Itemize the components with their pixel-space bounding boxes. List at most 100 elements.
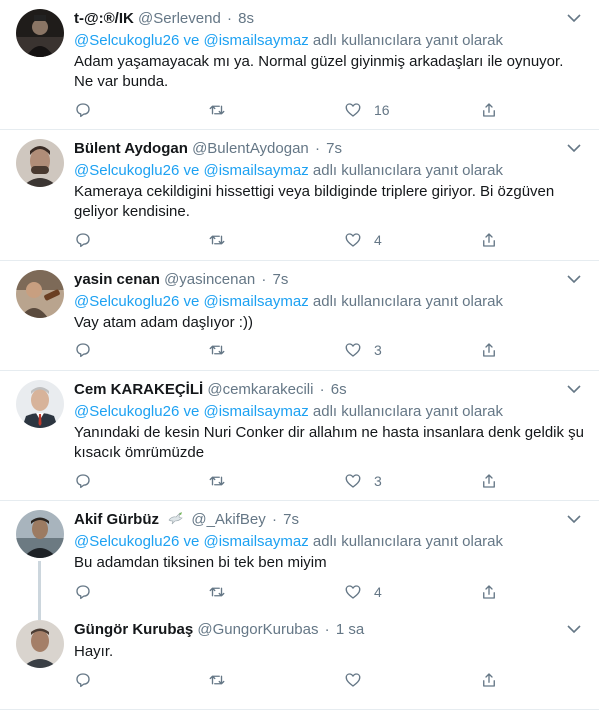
reply-icon xyxy=(76,343,90,358)
reply-icon xyxy=(76,103,90,118)
user-handle[interactable]: @BulentAydogan xyxy=(192,140,309,157)
timestamp[interactable]: 7s xyxy=(273,271,289,288)
mention-link[interactable]: @Selcukoglu26 xyxy=(74,533,179,550)
avatar[interactable] xyxy=(16,620,64,668)
display-name[interactable]: Güngör Kurubaş xyxy=(74,621,193,638)
retweet-icon xyxy=(209,345,225,355)
user-handle[interactable]: @yasincenan xyxy=(164,271,255,288)
reply-button[interactable] xyxy=(74,100,92,120)
like-icon xyxy=(345,585,361,599)
timestamp[interactable]: 7s xyxy=(283,511,299,528)
timestamp[interactable]: 7s xyxy=(326,140,342,157)
avatar[interactable] xyxy=(16,510,64,558)
mention-link[interactable]: @ismailsaymaz xyxy=(203,162,308,179)
reply-button[interactable] xyxy=(74,670,92,690)
chevron-down-icon[interactable] xyxy=(567,624,581,634)
retweet-button[interactable] xyxy=(208,230,226,250)
like-icon xyxy=(345,474,361,488)
user-handle[interactable]: @cemkarakecili xyxy=(207,381,313,398)
tweet-actions: 3 xyxy=(74,471,554,491)
like-button[interactable]: 4 xyxy=(344,230,382,250)
reply-icon xyxy=(76,673,90,688)
mention-link[interactable]: @Selcukoglu26 xyxy=(74,32,179,49)
chevron-down-icon[interactable] xyxy=(567,514,581,524)
chevron-down-icon[interactable] xyxy=(567,274,581,284)
mention-link[interactable]: @ismailsaymaz xyxy=(203,32,308,49)
reply-suffix: adlı kullanıcılara yanıt olarak xyxy=(312,533,504,550)
share-button[interactable] xyxy=(480,670,498,690)
share-icon xyxy=(483,343,495,357)
retweet-button[interactable] xyxy=(208,670,226,690)
share-button[interactable] xyxy=(480,100,498,120)
retweet-button[interactable] xyxy=(208,582,226,602)
avatar[interactable] xyxy=(16,9,64,57)
display-name[interactable]: yasin cenan xyxy=(74,271,160,288)
tweet-text: Kameraya cekildigini hissettigi veya bil… xyxy=(74,183,555,220)
reply-suffix: adlı kullanıcılara yanıt olarak xyxy=(312,293,504,310)
mention-link[interactable]: @ismailsaymaz xyxy=(203,533,308,550)
share-button[interactable] xyxy=(480,340,498,360)
display-name[interactable]: Cem KARAKEÇİLİ xyxy=(74,381,203,398)
chevron-down-icon[interactable] xyxy=(567,143,581,153)
separator: · xyxy=(271,511,277,528)
avatar[interactable] xyxy=(16,380,64,428)
timestamp[interactable]: 6s xyxy=(331,381,347,398)
tweet[interactable]: t-@:®/IK @Serlevend · 8s @Selcukoglu26 v… xyxy=(0,0,599,130)
retweet-button[interactable] xyxy=(208,340,226,360)
reply-conjunction: ve xyxy=(183,293,200,310)
mention-link[interactable]: @ismailsaymaz xyxy=(203,403,308,420)
chevron-down-icon[interactable] xyxy=(567,384,581,394)
share-button[interactable] xyxy=(480,582,498,602)
like-button[interactable]: 3 xyxy=(344,471,382,491)
mention-link[interactable]: @ismailsaymaz xyxy=(203,293,308,310)
timestamp[interactable]: 1 sa xyxy=(336,621,364,638)
reply-button[interactable] xyxy=(74,582,92,602)
like-count: 4 xyxy=(374,584,382,600)
chevron-down-icon[interactable] xyxy=(567,13,581,23)
reply-icon xyxy=(76,233,90,248)
retweet-button[interactable] xyxy=(208,100,226,120)
like-button[interactable]: 16 xyxy=(344,100,390,120)
display-name[interactable]: Akif Gürbüz xyxy=(74,511,159,528)
reply-button[interactable] xyxy=(74,471,92,491)
reply-button[interactable] xyxy=(74,230,92,250)
tweet[interactable]: Güngör Kurubaş @GungorKurubas · 1 sa Hay… xyxy=(0,611,599,710)
share-button[interactable] xyxy=(480,230,498,250)
mention-link[interactable]: @Selcukoglu26 xyxy=(74,403,179,420)
mention-link[interactable]: @Selcukoglu26 xyxy=(74,162,179,179)
tweet-text: Adam yaşamayacak mı ya. Normal güzel giy… xyxy=(74,53,564,90)
retweet-icon xyxy=(209,587,225,597)
share-button[interactable] xyxy=(480,471,498,491)
share-icon xyxy=(483,103,495,117)
like-count: 4 xyxy=(374,232,382,248)
timestamp[interactable]: 8s xyxy=(238,10,254,27)
tweet-header: Bülent Aydogan @BulentAydogan · 7s xyxy=(74,139,342,159)
user-handle[interactable]: @_AkifBey xyxy=(191,511,265,528)
tweet-text: Hayır. xyxy=(74,643,114,660)
like-button[interactable]: 3 xyxy=(344,340,382,360)
display-name[interactable]: Bülent Aydogan xyxy=(74,140,188,157)
thread-line xyxy=(38,611,41,620)
user-handle[interactable]: @GungorKurubas xyxy=(197,621,318,638)
tweet[interactable]: Cem KARAKEÇİLİ @cemkarakecili · 6s @Selc… xyxy=(0,371,599,501)
avatar[interactable] xyxy=(16,139,64,187)
like-button[interactable] xyxy=(344,670,374,690)
user-handle[interactable]: @Serlevend xyxy=(138,10,221,27)
reply-context: @Selcukoglu26 ve @ismailsaymaz adlı kull… xyxy=(74,31,503,51)
reply-button[interactable] xyxy=(74,340,92,360)
tweet[interactable]: yasin cenan @yasincenan · 7s @Selcukoglu… xyxy=(0,261,599,371)
like-icon xyxy=(345,233,361,247)
share-icon xyxy=(483,585,495,599)
display-name[interactable]: t-@:®/IK xyxy=(74,10,134,27)
tweet[interactable]: Akif Gürbüz @_AkifBey · 7s @Selcukoglu26… xyxy=(0,501,599,611)
tweet[interactable]: Bülent Aydogan @BulentAydogan · 7s @Selc… xyxy=(0,130,599,261)
reply-suffix: adlı kullanıcılara yanıt olarak xyxy=(312,32,504,49)
like-count: 16 xyxy=(374,102,390,118)
retweet-icon xyxy=(209,476,225,486)
tweet-header: Akif Gürbüz @_AkifBey · 7s xyxy=(74,510,299,530)
reply-context: @Selcukoglu26 ve @ismailsaymaz adlı kull… xyxy=(74,402,503,422)
mention-link[interactable]: @Selcukoglu26 xyxy=(74,293,179,310)
like-button[interactable]: 4 xyxy=(344,582,382,602)
retweet-button[interactable] xyxy=(208,471,226,491)
avatar[interactable] xyxy=(16,270,64,318)
